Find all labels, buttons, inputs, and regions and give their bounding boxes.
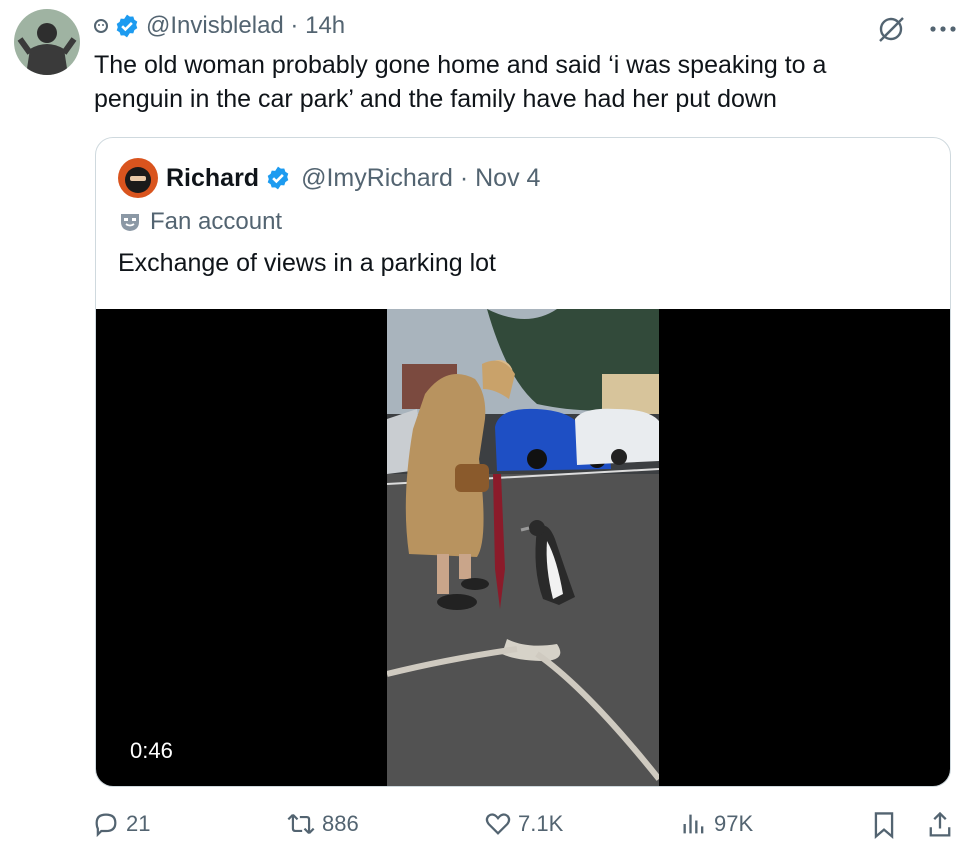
author-handle[interactable]: @Invisblelad bbox=[146, 12, 284, 40]
views-button[interactable]: 97K bbox=[680, 810, 753, 838]
tweet-top-actions bbox=[876, 14, 956, 44]
like-count: 7.1K bbox=[518, 811, 564, 836]
fan-mask-icon bbox=[121, 214, 139, 231]
share-icon bbox=[929, 811, 951, 837]
quote-author-name[interactable]: Richard bbox=[166, 164, 259, 193]
fan-account-label: Fan account bbox=[118, 208, 282, 236]
verified-badge-icon bbox=[267, 166, 289, 190]
action-bar: 21 886 7.1K 97K bbox=[92, 810, 958, 846]
smiley-icon bbox=[94, 19, 108, 33]
retweet-count: 886 bbox=[322, 811, 359, 836]
views-icon bbox=[683, 814, 704, 834]
reply-icon bbox=[95, 813, 117, 838]
quote-date[interactable]: Nov 4 bbox=[475, 164, 540, 193]
tweet-text: The old woman probably gone home and sai… bbox=[94, 51, 827, 113]
more-icon[interactable] bbox=[930, 25, 956, 33]
quote-text: Exchange of views in a parking lot bbox=[118, 249, 496, 277]
verified-badge-icon bbox=[116, 14, 138, 38]
quote-author-handle[interactable]: @ImyRichard bbox=[301, 164, 453, 193]
bookmark-button[interactable] bbox=[870, 810, 904, 840]
retweet-button[interactable]: 886 bbox=[286, 810, 359, 838]
bookmark-icon bbox=[874, 812, 894, 840]
quoted-tweet[interactable]: Richard @ImyRichard · Nov 4 Fan account … bbox=[95, 137, 951, 787]
grok-icon[interactable] bbox=[876, 14, 906, 44]
video-frame bbox=[387, 309, 659, 786]
like-icon bbox=[485, 813, 511, 835]
author-avatar[interactable] bbox=[14, 9, 80, 75]
quote-header: Richard @ImyRichard · Nov 4 bbox=[118, 158, 540, 198]
reply-count: 21 bbox=[126, 811, 151, 836]
quote-avatar[interactable] bbox=[118, 158, 158, 198]
tweet-time[interactable]: 14h bbox=[305, 12, 345, 40]
share-button[interactable] bbox=[926, 810, 960, 840]
view-count: 97K bbox=[714, 811, 754, 836]
video-player[interactable]: 0:46 bbox=[96, 309, 950, 786]
tweet-header: @Invisblelad · 14h bbox=[94, 11, 345, 41]
retweet-icon bbox=[287, 813, 315, 835]
reply-button[interactable]: 21 bbox=[92, 810, 150, 838]
like-button[interactable]: 7.1K bbox=[484, 810, 563, 838]
video-duration: 0:46 bbox=[122, 736, 181, 766]
